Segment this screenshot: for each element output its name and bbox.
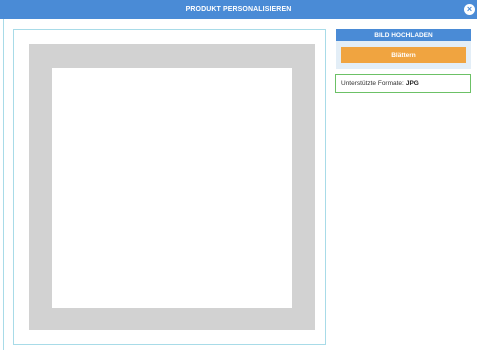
supported-formats-value: JPG [405, 80, 419, 87]
left-border-line [3, 19, 4, 350]
modal-title: PRODUKT PERSONALISIEREN [185, 6, 292, 13]
modal-titlebar: PRODUKT PERSONALISIEREN × [0, 0, 477, 19]
print-area-background [29, 44, 315, 330]
design-canvas[interactable] [52, 68, 292, 308]
supported-formats-info: Unterstützte Formate: JPG [335, 74, 471, 93]
personalize-modal: PRODUKT PERSONALISIEREN × BILD HOCHLADEN… [0, 0, 477, 350]
browse-button[interactable]: Blättern [341, 47, 466, 63]
supported-formats-label: Unterstützte Formate: [341, 80, 404, 87]
close-icon[interactable]: × [464, 4, 475, 15]
upload-panel-title: BILD HOCHLADEN [336, 29, 471, 41]
upload-panel: BILD HOCHLADEN Blättern [336, 29, 471, 69]
design-canvas-frame [13, 29, 326, 345]
